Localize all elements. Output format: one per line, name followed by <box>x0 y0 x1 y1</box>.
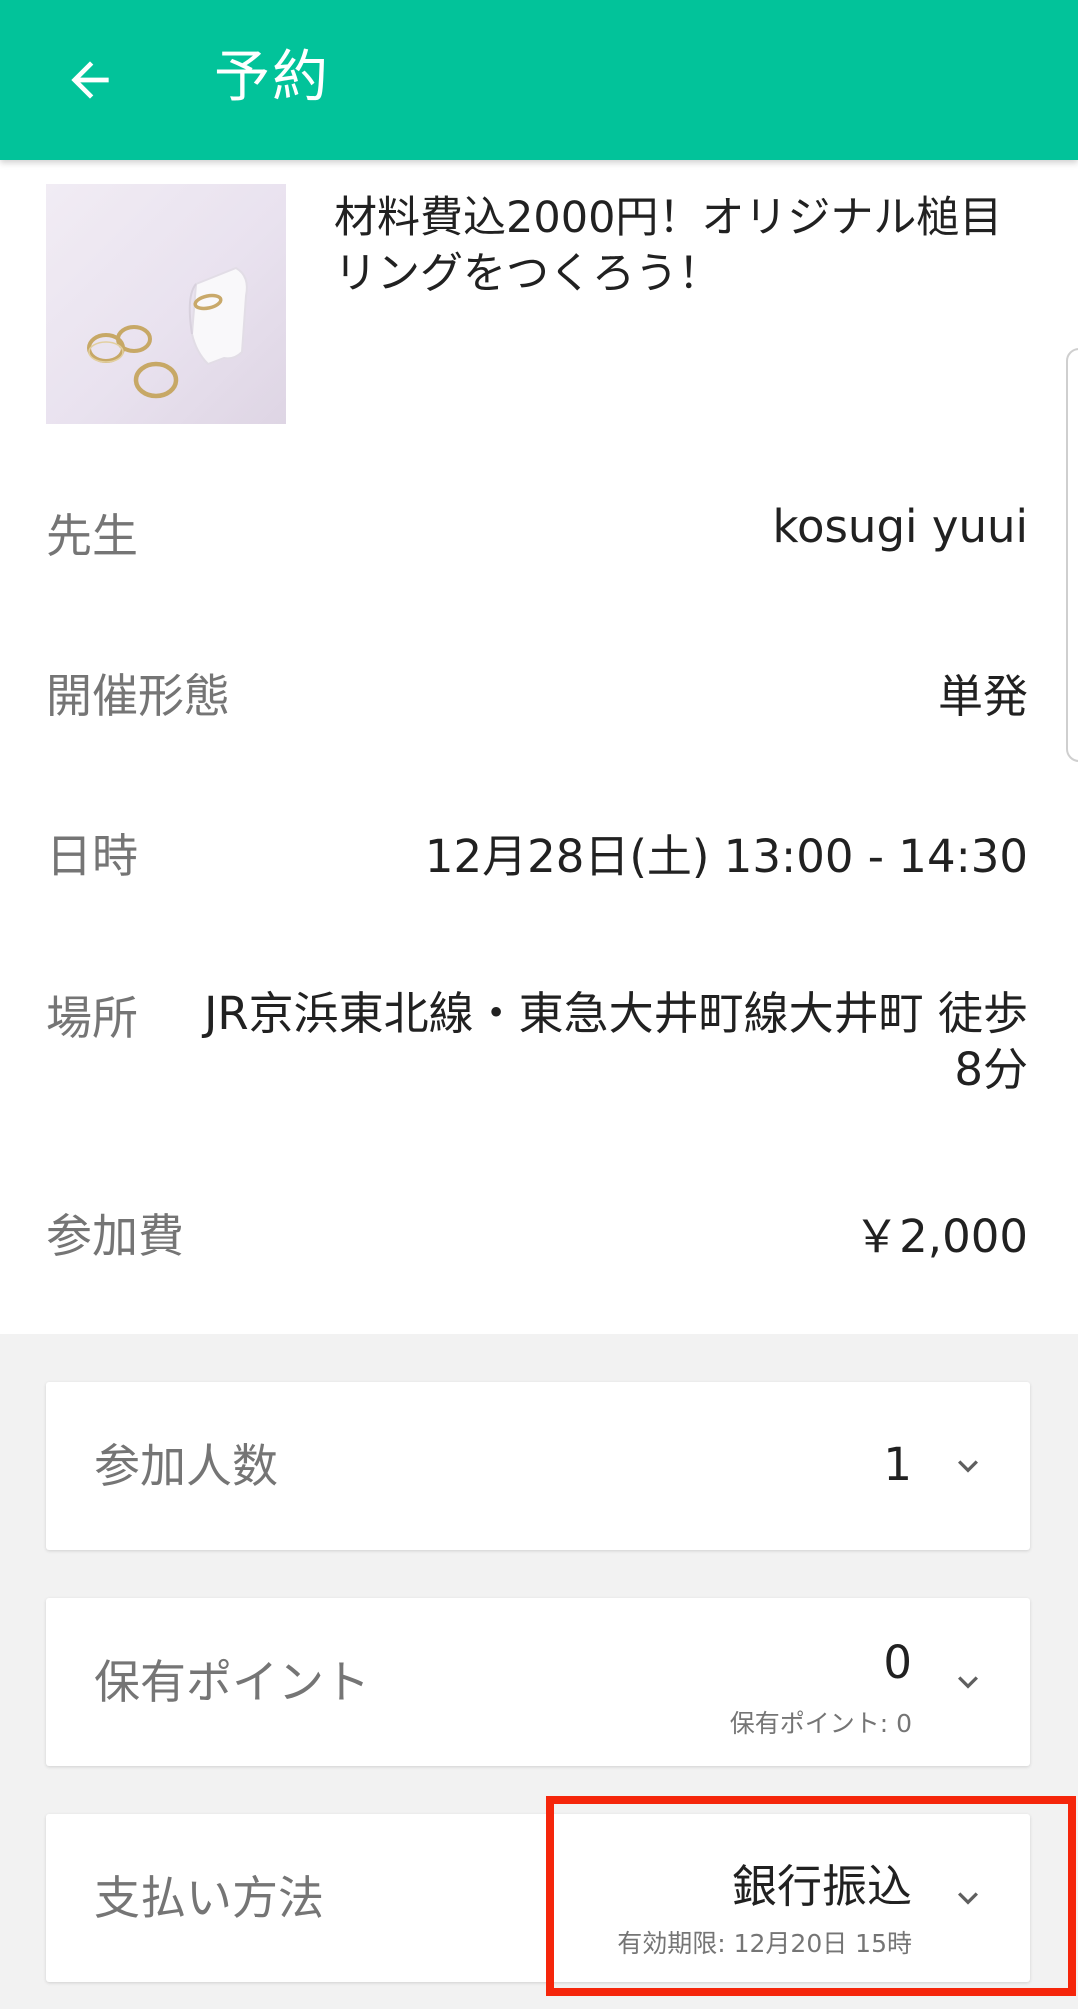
datetime-label: 日時 <box>46 829 138 883</box>
payment-method-select[interactable]: 支払い方法 銀行振込 有効期限: 12月20日 15時 <box>46 1814 1030 1982</box>
lesson-thumbnail <box>46 184 286 424</box>
format-value: 単発 <box>937 670 1028 723</box>
scroll-handle[interactable] <box>1066 348 1078 762</box>
lesson-title[interactable]: 材料費込2000円！オリジナル槌目リングをつくろう！ <box>334 190 1034 302</box>
teacher-value: kosugi yuui <box>772 500 1029 553</box>
people-count-select[interactable]: 参加人数 1 <box>46 1382 1030 1550</box>
reservation-screen: 予約 材料費込2000円！オリジナル槌目リングをつくろう！ 先生 kosugi … <box>0 0 1078 2009</box>
fee-label: 参加費 <box>46 1209 184 1263</box>
arrow-left-icon <box>71 61 109 99</box>
detail-row-fee: 参加費 ￥2,000 <box>46 1200 1028 1270</box>
format-label: 開催形態 <box>46 669 230 723</box>
points-value: 0 <box>883 1636 912 1689</box>
place-value: JR京浜東北線・東急大井町線大井町 徒歩 8分 <box>176 986 1028 1098</box>
page-title: 予約 <box>214 45 330 110</box>
place-value-line1: JR京浜東北線・東急大井町線大井町 徒歩 <box>204 987 1028 1040</box>
chevron-down-icon[interactable] <box>944 1442 992 1490</box>
datetime-value: 12月28日(土) 13:00 - 14:30 <box>424 830 1028 883</box>
detail-row-datetime: 日時 12月28日(土) 13:00 - 14:30 <box>46 820 1028 890</box>
detail-row-teacher: 先生 kosugi yuui <box>46 500 1028 570</box>
detail-row-place: 場所 JR京浜東北線・東急大井町線大井町 徒歩 8分 <box>46 982 1028 1102</box>
payment-deadline-note: 有効期限: 12月20日 15時 <box>617 1929 912 1958</box>
detail-row-format: 開催形態 単発 <box>46 660 1028 730</box>
payment-method-label: 支払い方法 <box>94 1871 324 1925</box>
chevron-down-icon[interactable] <box>944 1874 992 1922</box>
people-count-value: 1 <box>883 1438 912 1491</box>
back-button[interactable] <box>40 30 140 130</box>
chevron-down-icon[interactable] <box>944 1658 992 1706</box>
points-label: 保有ポイント <box>94 1655 370 1709</box>
app-header: 予約 <box>0 0 1078 160</box>
teacher-label: 先生 <box>46 509 138 563</box>
payment-method-value: 銀行振込 <box>731 1860 912 1913</box>
points-select[interactable]: 保有ポイント 0 保有ポイント: 0 <box>46 1598 1030 1766</box>
rings-image <box>87 266 248 399</box>
points-balance-note: 保有ポイント: 0 <box>729 1709 912 1738</box>
place-value-line2: 8分 <box>954 1043 1028 1096</box>
fee-value: ￥2,000 <box>854 1210 1028 1263</box>
place-label: 場所 <box>46 991 138 1045</box>
people-count-label: 参加人数 <box>94 1439 278 1493</box>
